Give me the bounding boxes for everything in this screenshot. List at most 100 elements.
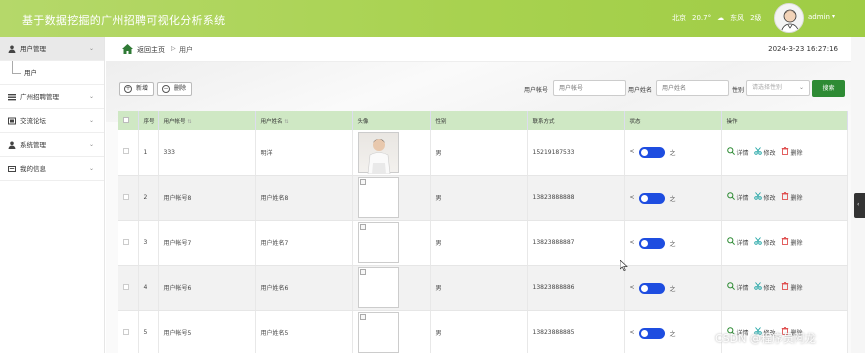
chevron-down-icon: ⌄: [798, 84, 804, 91]
row-phone: 15219187533: [527, 130, 625, 176]
status-toggle[interactable]: [638, 147, 665, 159]
detail-button[interactable]: 详情: [726, 192, 749, 202]
add-button[interactable]: + 新增: [119, 82, 155, 96]
row-name: 用户姓名8: [255, 175, 353, 221]
table-row[interactable]: 2 用户帐号8 用户姓名8 男 13823888888 < 之详情 修改 删除: [118, 175, 848, 221]
row-phone: 13823888885: [527, 310, 625, 353]
chevron-down-icon[interactable]: ▾: [832, 13, 835, 20]
row-account: 用户帐号8: [158, 175, 256, 221]
row-index: 4: [138, 265, 159, 311]
chevron-down-icon: ⌄: [88, 117, 94, 124]
app-title: 基于数据挖掘的广州招聘可视化分析系统: [22, 14, 226, 27]
row-gender: 男: [430, 265, 528, 311]
avatar-image: [357, 267, 399, 308]
column-header[interactable]: 用户姓名 ⇅: [255, 111, 353, 130]
delete-button[interactable]: − 删除: [157, 82, 193, 96]
detail-button[interactable]: 详情: [726, 282, 749, 292]
sidebar: 用户管理 ⌄ 用户 广州招聘管理 ⌄ 交流论坛 ⌄ 系统管理 ⌄ 我的信息 ⌄: [0, 37, 105, 353]
row-name: 明洋: [255, 130, 353, 176]
breadcrumb-separator: ▷: [171, 45, 176, 52]
gender-select[interactable]: 请选择性别 ⌄: [746, 80, 810, 96]
row-name: 用户姓名5: [255, 310, 353, 353]
toggle-suffix: 之: [669, 330, 676, 338]
delete-row-button[interactable]: 删除: [781, 146, 803, 157]
scissors-icon: [753, 237, 762, 245]
column-header: 联系方式: [527, 111, 625, 130]
row-actions: 详情 修改 删除: [721, 265, 848, 311]
share-icon: <: [629, 148, 635, 156]
detail-button[interactable]: 详情: [726, 237, 749, 247]
row-actions: 详情 修改 删除: [721, 130, 848, 176]
home-icon[interactable]: [122, 44, 133, 54]
user-name[interactable]: admin: [808, 13, 830, 21]
status-toggle[interactable]: [638, 282, 665, 294]
detail-button[interactable]: 详情: [726, 146, 749, 157]
row-gender: 男: [430, 310, 528, 353]
share-icon: <: [629, 328, 635, 336]
row-checkbox[interactable]: [118, 265, 139, 311]
sidebar-item-label: 广州招聘管理: [20, 93, 59, 101]
row-checkbox[interactable]: [118, 175, 139, 221]
list-icon: [8, 94, 16, 101]
select-all-checkbox[interactable]: [118, 111, 139, 130]
watermark: CSDN @程序员阿龙: [715, 332, 816, 345]
table-row[interactable]: 4 用户帐号6 用户姓名6 男 13823888886 < 之详情 修改 删除: [118, 265, 848, 311]
table-header-row: 序号 用户帐号 ⇅ 用户姓名 ⇅ 头像 性别 联系方式 状态 操作: [118, 111, 848, 130]
sidebar-item-system-management[interactable]: 系统管理 ⌄: [0, 133, 104, 157]
delete-row-button[interactable]: 删除: [781, 282, 803, 292]
row-gender: 男: [430, 130, 528, 176]
chevron-down-icon: ⌄: [88, 93, 94, 100]
row-checkbox[interactable]: [118, 130, 139, 176]
breadcrumb-home-link[interactable]: 返回主页: [137, 45, 165, 55]
weather-info: 北京 20.7° ☁ 东风 2级: [672, 13, 768, 23]
sidebar-item-recruitment-management[interactable]: 广州招聘管理 ⌄: [0, 85, 104, 109]
row-index: 3: [138, 220, 159, 266]
row-photo: [352, 175, 431, 221]
status-toggle[interactable]: [638, 237, 665, 249]
table-row[interactable]: 3 用户帐号7 用户姓名7 男 13823888887 < 之详情 修改 删除: [118, 220, 848, 266]
row-gender: 男: [430, 220, 528, 266]
row-name: 用户姓名6: [255, 265, 353, 311]
status-toggle[interactable]: [638, 327, 665, 339]
avatar[interactable]: [774, 3, 804, 33]
edit-button[interactable]: 修改: [753, 192, 776, 202]
column-header[interactable]: 用户帐号 ⇅: [158, 111, 256, 130]
sidebar-item-my-info[interactable]: 我的信息 ⌄: [0, 157, 104, 181]
row-checkbox[interactable]: [118, 220, 139, 266]
edit-button[interactable]: 修改: [753, 146, 776, 157]
weather-city: 北京: [672, 14, 686, 22]
chevron-down-icon: ⌄: [88, 45, 94, 52]
row-status: < 之: [624, 175, 722, 221]
sidebar-subitem-user[interactable]: 用户: [0, 61, 104, 85]
avatar-image: [357, 177, 399, 218]
row-status: < 之: [624, 265, 722, 311]
scissors-icon: [753, 282, 762, 290]
search-button[interactable]: 搜索: [812, 80, 845, 97]
delete-row-button[interactable]: 删除: [781, 237, 803, 247]
edit-button[interactable]: 修改: [753, 282, 776, 292]
sort-icon: ⇅: [284, 118, 289, 125]
user-table: 序号 用户帐号 ⇅ 用户姓名 ⇅ 头像 性别 联系方式 状态 操作 1 333 明洋男 1…: [118, 111, 848, 353]
avatar-image: [357, 222, 399, 263]
gender-select-placeholder: 请选择性别: [752, 84, 783, 91]
toggle-suffix: 之: [669, 240, 676, 248]
delete-row-button[interactable]: 删除: [781, 192, 803, 202]
sidebar-item-user-management[interactable]: 用户管理 ⌄: [0, 37, 104, 61]
avatar-image: [357, 312, 399, 353]
broken-image-icon: [359, 314, 366, 320]
name-search-input[interactable]: [656, 80, 729, 96]
sidebar-item-forum[interactable]: 交流论坛 ⌄: [0, 109, 104, 133]
side-panel-toggle[interactable]: ‹: [854, 193, 865, 218]
row-phone: 13823888887: [527, 220, 625, 266]
weather-cloud-icon: ☁: [717, 14, 725, 22]
status-toggle[interactable]: [638, 192, 665, 204]
row-checkbox[interactable]: [118, 310, 139, 353]
row-status: < 之: [624, 130, 722, 176]
account-search-input[interactable]: [553, 80, 626, 96]
scissors-icon: [753, 192, 762, 200]
edit-button[interactable]: 修改: [753, 237, 776, 247]
row-name: 用户姓名7: [255, 220, 353, 266]
table-row[interactable]: 1 333 明洋男 15219187533 < 之详情 修改 删除: [118, 130, 848, 176]
breadcrumb-current: 用户: [179, 46, 193, 54]
row-photo: [352, 220, 431, 266]
